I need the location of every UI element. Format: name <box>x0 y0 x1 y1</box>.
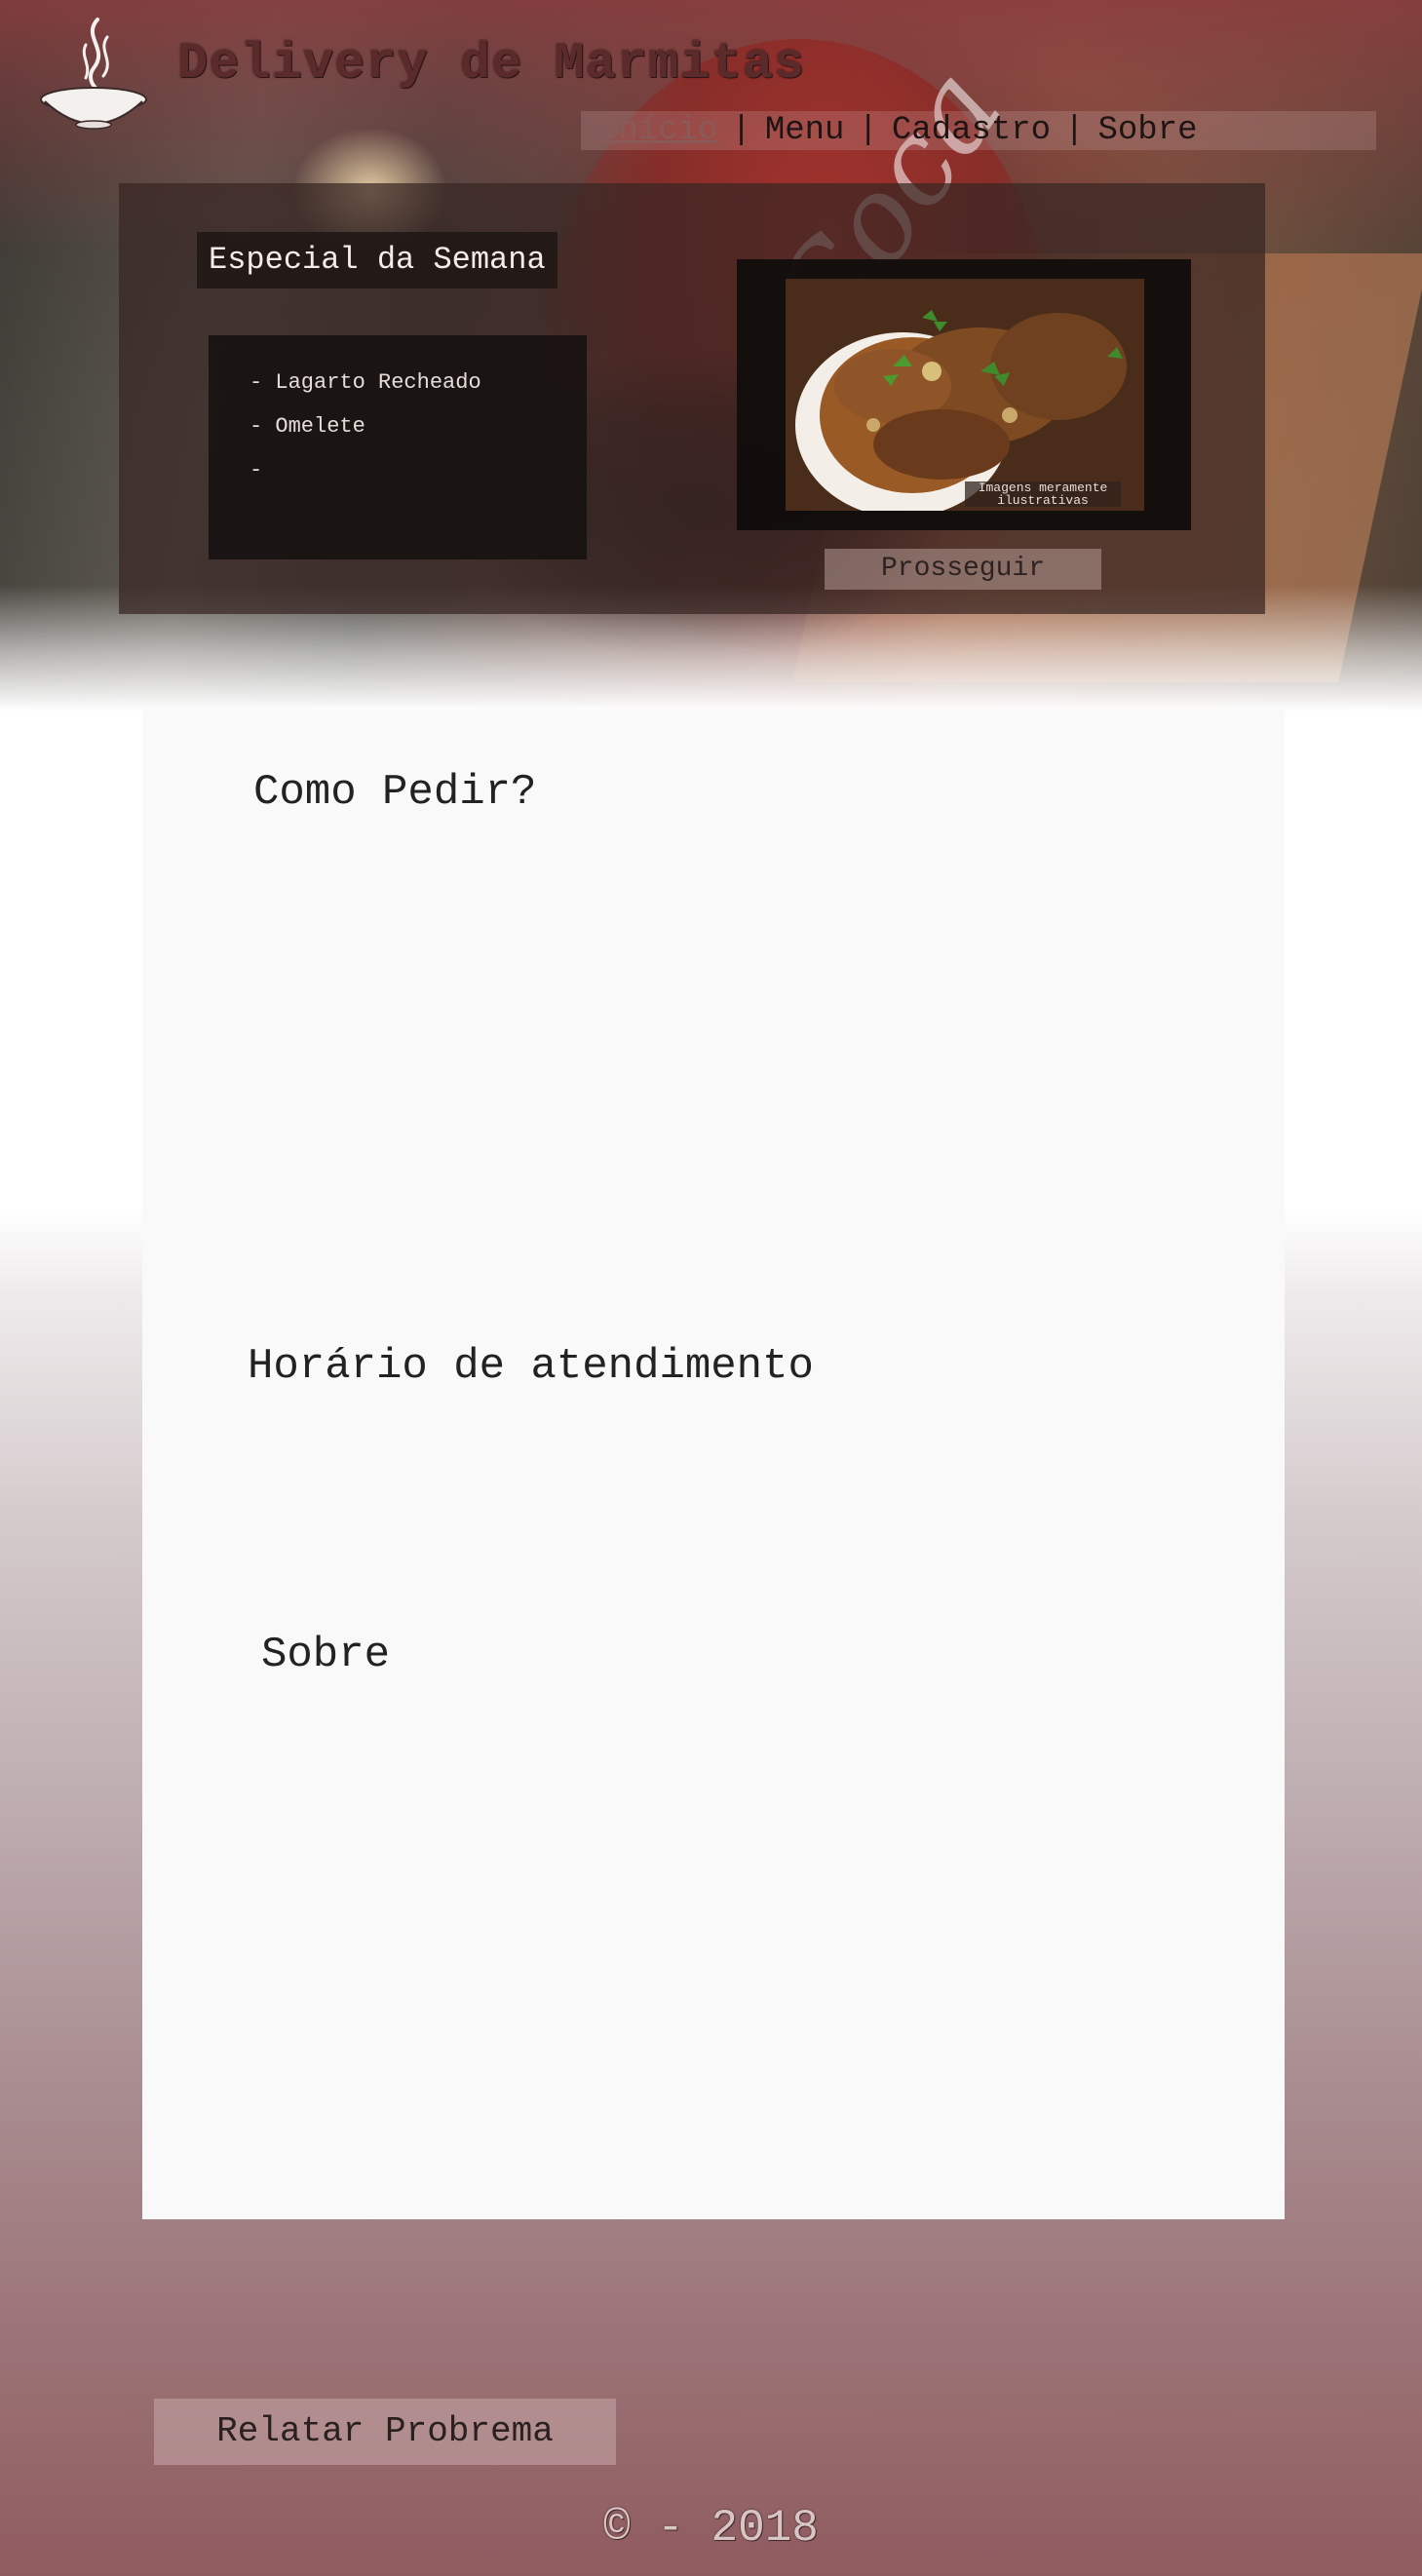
nav-item-menu[interactable]: Menu <box>761 112 849 149</box>
copyright-text: © - 2018 <box>603 2503 819 2554</box>
section-heading-sobre: Sobre <box>261 1631 391 1679</box>
nav-item-inicio[interactable]: Início <box>595 112 721 149</box>
content-card <box>142 710 1285 2219</box>
steaming-bowl-icon[interactable] <box>39 10 148 132</box>
list-item: Omelete <box>250 404 587 448</box>
list-item <box>250 448 587 492</box>
special-list-box: Lagarto Recheado Omelete <box>209 335 587 559</box>
nav-separator: | <box>1064 112 1085 149</box>
special-title: Especial da Semana <box>197 232 557 288</box>
main-nav: Início | Menu | Cadastro | Sobre <box>581 111 1376 150</box>
report-problem-button[interactable]: Relatar Probrema <box>154 2399 616 2465</box>
site-title: Delivery de Marmitas <box>177 35 806 93</box>
photo-caption: Imagens meramente ilustrativas <box>965 481 1121 507</box>
list-item: Lagarto Recheado <box>250 361 587 404</box>
nav-item-cadastro[interactable]: Cadastro <box>888 112 1055 149</box>
section-heading-horario: Horário de atendimento <box>248 1342 814 1391</box>
section-heading-como-pedir: Como Pedir? <box>253 768 537 817</box>
nav-item-sobre[interactable]: Sobre <box>1095 112 1202 149</box>
dish-photo: Imagens meramente ilustrativas <box>786 279 1144 511</box>
nav-separator: | <box>858 112 878 149</box>
special-photo-frame: Imagens meramente ilustrativas <box>737 259 1191 530</box>
nav-separator: | <box>731 112 751 149</box>
proceed-button[interactable]: Prosseguir <box>825 549 1101 590</box>
special-list: Lagarto Recheado Omelete <box>209 335 587 492</box>
hero-banner: Coca Delivery de Marmitas Início | Menu … <box>0 0 1422 711</box>
